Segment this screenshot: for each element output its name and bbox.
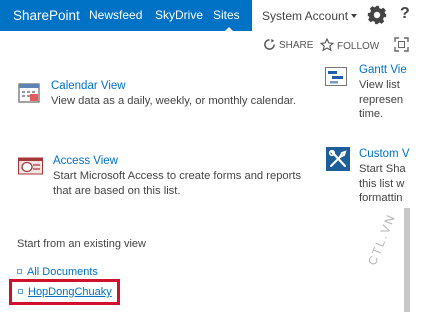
account-area: System Account ? <box>252 0 426 31</box>
scrollbar-thumb[interactable] <box>404 208 410 312</box>
calendar-icon <box>18 83 40 103</box>
caret-down-icon <box>351 14 358 18</box>
highlight-box <box>9 279 120 305</box>
nav-sites[interactable]: Sites <box>213 8 240 22</box>
nav-skydrive[interactable]: SkyDrive <box>155 8 203 22</box>
sharepoint-brand[interactable]: SharePoint <box>13 8 80 23</box>
gantt-chart-icon <box>325 67 347 86</box>
view-all-documents[interactable]: All Documents <box>17 266 98 278</box>
focus-content-icon[interactable] <box>394 37 409 52</box>
gear-icon[interactable] <box>366 4 388 26</box>
existing-view-heading: Start from an existing view <box>17 238 146 250</box>
account-menu[interactable]: System Account <box>262 9 358 23</box>
account-name: System Account <box>262 9 349 23</box>
share-label: SHARE <box>279 40 314 51</box>
watermark: CTL.VN <box>365 211 399 268</box>
access-icon <box>18 157 43 175</box>
bullet-icon <box>17 269 22 274</box>
access-view-description: Start Microsoft Access to create forms a… <box>53 170 302 197</box>
custom-tools-icon <box>326 147 350 171</box>
gantt-view-link[interactable]: Gantt Vie <box>359 64 407 76</box>
star-icon <box>319 37 335 52</box>
calendar-view-description: View data as a daily, weekly, or monthly… <box>51 95 297 107</box>
follow-button[interactable]: FOLLOW <box>319 37 380 54</box>
access-view-link[interactable]: Access View <box>53 155 118 167</box>
help-icon[interactable]: ? <box>400 5 410 23</box>
share-icon <box>264 38 275 50</box>
active-nav-indicator <box>225 27 233 31</box>
suite-bar: SharePoint Newsfeed SkyDrive Sites Syste… <box>0 0 426 31</box>
follow-label: FOLLOW <box>337 41 380 52</box>
view-all-documents-label: All Documents <box>27 266 98 278</box>
nav-newsfeed[interactable]: Newsfeed <box>89 8 142 22</box>
share-button[interactable]: SHARE <box>263 38 313 54</box>
calendar-view-link[interactable]: Calendar View <box>51 80 126 92</box>
